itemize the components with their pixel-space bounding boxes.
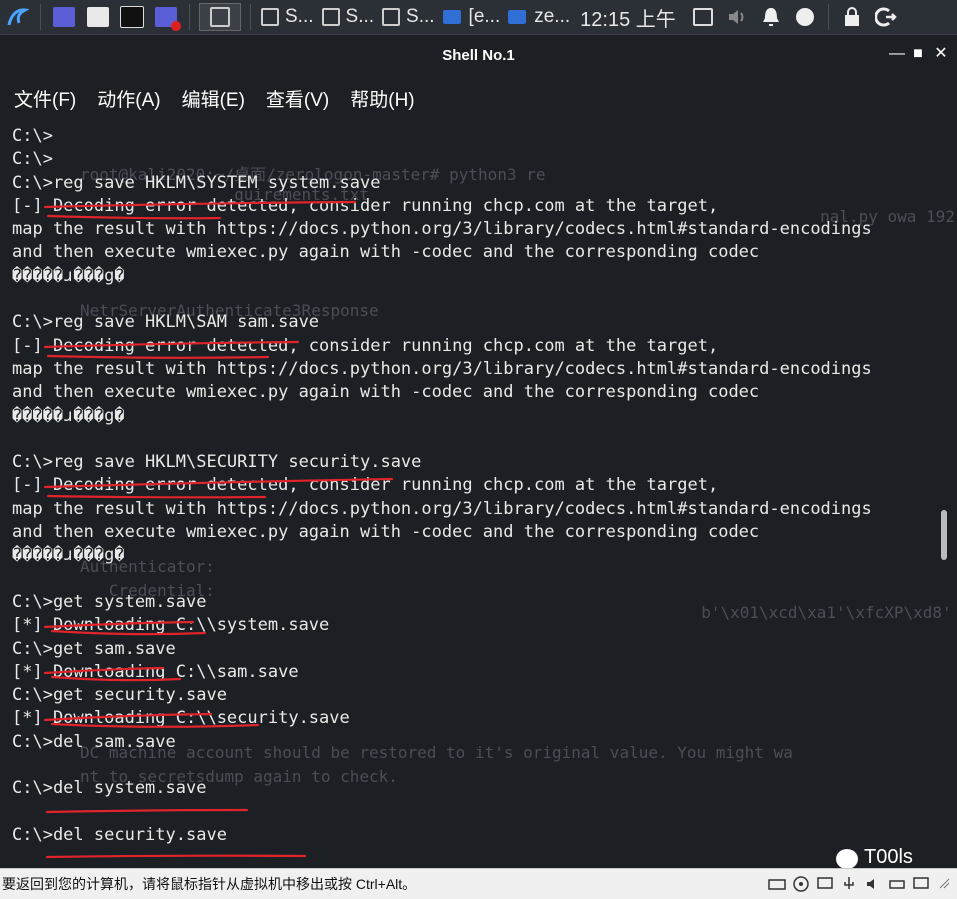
- volume-icon[interactable]: [724, 4, 750, 30]
- scrollbar-thumb[interactable]: [941, 510, 947, 560]
- display-settings-icon[interactable]: [912, 875, 930, 893]
- network-adapter-icon[interactable]: [816, 875, 834, 893]
- terminal-scrollbar[interactable]: [940, 125, 948, 865]
- notification-bell-icon[interactable]: [758, 4, 784, 30]
- panel-separator: [189, 4, 190, 30]
- clock[interactable]: 12:15 上午: [580, 3, 676, 32]
- logout-icon[interactable]: [873, 4, 899, 30]
- top-panel: S... S... S... [e... ze... 12:15 上午: [0, 0, 957, 35]
- cd-drive-icon[interactable]: [792, 875, 810, 893]
- file-manager-icon[interactable]: [84, 4, 112, 30]
- watermark-text: T00ls: [864, 846, 913, 868]
- taskbar-window-4[interactable]: [e...: [439, 0, 505, 34]
- terminal-launcher-icon[interactable]: [118, 4, 146, 30]
- panel-separator: [827, 4, 829, 30]
- workspace-1[interactable]: [199, 3, 241, 31]
- folder-icon: [508, 10, 527, 24]
- display-icon[interactable]: [690, 4, 716, 30]
- lock-screen-icon[interactable]: [839, 4, 865, 30]
- wechat-icon: [836, 849, 858, 869]
- taskbar-window-2[interactable]: S...: [318, 0, 379, 34]
- hard-disk-icon[interactable]: [768, 875, 786, 893]
- sound-card-icon[interactable]: [864, 875, 882, 893]
- taskbar-window-3[interactable]: S...: [378, 0, 439, 34]
- taskbar-window-1[interactable]: S...: [257, 0, 318, 34]
- shell-window: Shell No.1 — ■ ✕ 文件(F) 动作(A) 编辑(E) 查看(V)…: [0, 35, 957, 867]
- power-manager-icon[interactable]: [792, 4, 818, 30]
- terminal-icon: [382, 8, 401, 26]
- red-underline-annotations: [43, 200, 394, 859]
- folder-icon: [442, 10, 461, 24]
- usb-device-icon[interactable]: [840, 875, 858, 893]
- kali-menu-icon[interactable]: [3, 4, 31, 30]
- printer-icon[interactable]: [888, 875, 906, 893]
- taskbar-window-5[interactable]: ze...: [504, 0, 574, 34]
- status-message: 要返回到您的计算机，请将鼠标指针从虚拟机中移出或按 Ctrl+Alt。: [2, 876, 417, 892]
- panel-separator: [250, 4, 251, 30]
- show-desktop-icon[interactable]: [50, 4, 78, 30]
- resize-grip-icon[interactable]: [936, 875, 954, 893]
- screen-recorder-icon[interactable]: [152, 4, 181, 31]
- vm-status-bar: 要返回到您的计算机，请将鼠标指针从虚拟机中移出或按 Ctrl+Alt。: [0, 868, 957, 899]
- terminal-icon: [261, 8, 279, 26]
- panel-separator: [40, 4, 41, 30]
- terminal-icon: [321, 8, 340, 26]
